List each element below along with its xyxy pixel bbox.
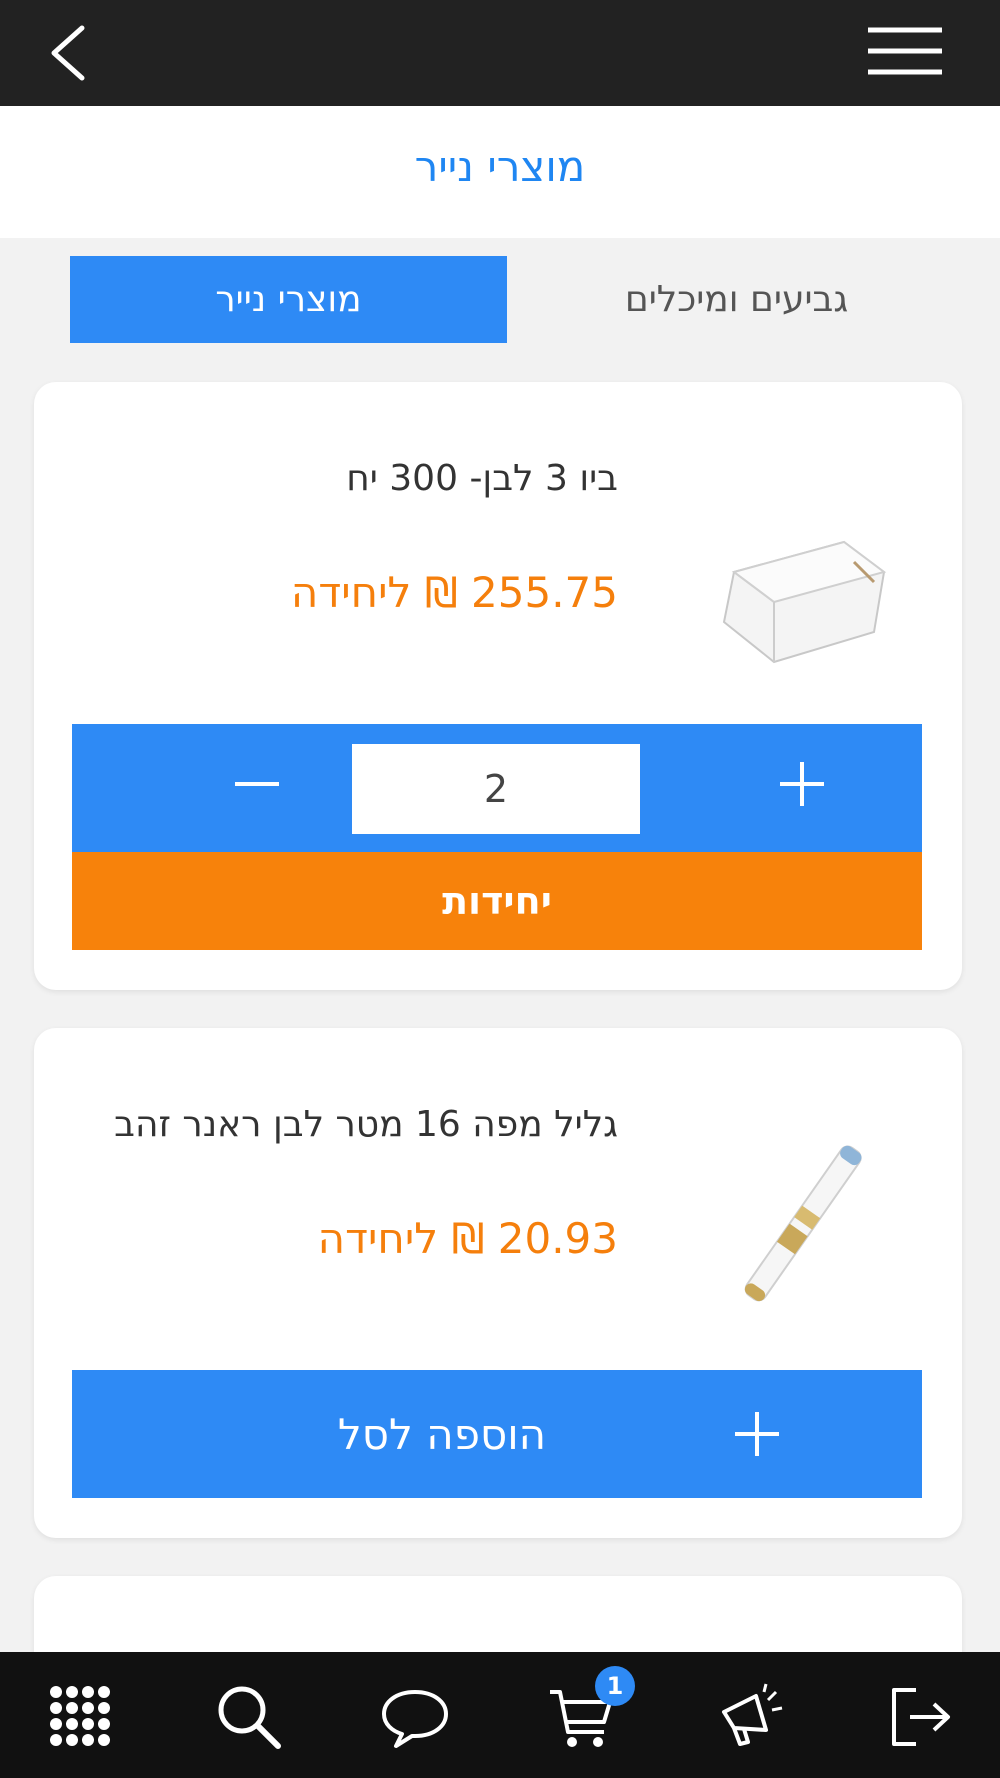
increase-quantity-button[interactable] (772, 754, 832, 814)
nav-search-button[interactable] (214, 1682, 284, 1752)
chat-icon (382, 1690, 448, 1748)
product-price: 255.75 ₪ ליחידה (290, 568, 618, 617)
search-icon (218, 1686, 281, 1749)
quantity-stepper (72, 724, 922, 852)
product-image[interactable] (704, 1124, 904, 1324)
top-bar (0, 0, 1000, 106)
plus-icon (780, 762, 824, 806)
tab-cups-containers[interactable]: גביעים ומיכלים (543, 256, 930, 343)
nav-chat-button[interactable] (380, 1682, 450, 1752)
page-title: מוצרי נייר (414, 142, 586, 191)
product-card: גליל מפה 16 מטר לבן ראנר זהב 20.93 ₪ ליח… (34, 1028, 962, 1538)
hamburger-menu-icon (868, 27, 942, 75)
product-image[interactable] (704, 502, 904, 702)
nav-categories-button[interactable] (46, 1682, 116, 1752)
add-to-cart-button[interactable]: הוספה לסל (72, 1370, 922, 1498)
tab-paper-products[interactable]: מוצרי נייר (70, 256, 507, 343)
plus-icon (735, 1412, 779, 1456)
product-card: ביו 3 לבן- 300 יח 255.75 ₪ ליחידה יחידות (34, 382, 962, 990)
title-bar: מוצרי נייר (0, 106, 1000, 238)
unit-selector[interactable]: יחידות (72, 852, 922, 950)
nav-logout-button[interactable] (886, 1682, 956, 1752)
product-name: ביו 3 לבן- 300 יח (346, 458, 618, 499)
decrease-quantity-button[interactable] (227, 754, 287, 814)
minus-icon (235, 782, 279, 786)
product-price: 20.93 ₪ ליחידה (317, 1214, 618, 1263)
back-button[interactable] (40, 20, 100, 86)
menu-button[interactable] (862, 18, 950, 84)
logout-icon (892, 1688, 950, 1746)
megaphone-icon (722, 1683, 783, 1746)
nav-promotions-button[interactable] (716, 1682, 786, 1752)
grid-icon (50, 1686, 110, 1746)
chevron-left-icon (51, 25, 85, 81)
quantity-input[interactable] (352, 744, 640, 834)
bottom-navigation: 1 (0, 1652, 1000, 1778)
add-to-cart-label: הוספה לסל (337, 1409, 547, 1459)
cart-count-badge: 1 (595, 1666, 635, 1706)
product-name: גליל מפה 16 מטר לבן ראנר זהב (114, 1104, 618, 1145)
